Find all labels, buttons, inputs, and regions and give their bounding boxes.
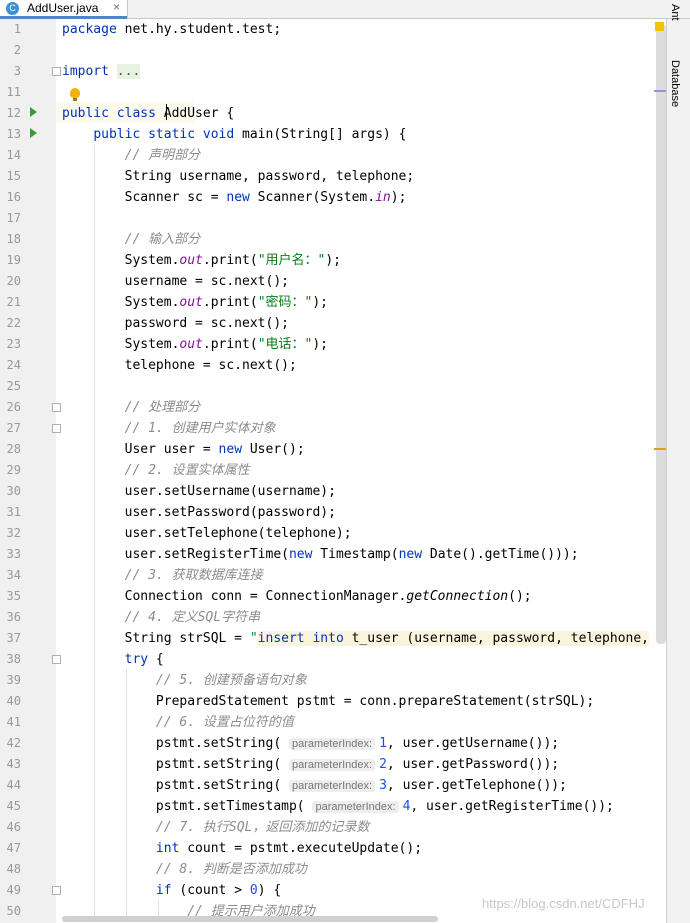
code-line: 35 Connection conn = ConnectionManager.g… [6,589,532,604]
editor-tab-bar: C AddUser.java × [0,0,690,19]
code-line: 39 // 5. 创建预备语句对象 [6,673,307,688]
code-line: 15 String username, password, telephone; [6,169,415,184]
watermark: https://blog.csdn.net/CDFHJ [482,896,645,911]
code-line: 48 // 8. 判断是否添加成功 [6,862,307,877]
code-line: 30 user.setUsername(username); [6,484,336,499]
code-line: 21 System.out.print("密码："); [6,295,328,310]
warning-indicator[interactable] [655,22,664,31]
code-line: 26 // 处理部分 [6,400,201,415]
code-line: 2 [13,43,21,57]
parameter-hint: parameterIndex: [288,780,376,792]
code-line: 13 public static void main(String[] args… [6,127,407,142]
code-line: 44 pstmt.setString( parameterIndex: 3, us… [6,778,567,793]
code-line: 43 pstmt.setString( parameterIndex: 2, us… [6,757,560,772]
code-line: 36 // 4. 定义SQL字符串 [6,610,261,625]
parameter-hint: parameterIndex: [288,738,376,750]
code-line: 45 pstmt.setTimestamp( parameterIndex: 4,… [6,799,614,814]
code-line: 32 user.setTelephone(telephone); [6,526,352,541]
code-line: 29 // 2. 设置实体属性 [6,463,250,478]
code-line: 16 Scanner sc = new Scanner(System.in); [6,190,407,205]
code-line: 1 package net.hy.student.test; [13,22,282,37]
code-line: 25 [6,379,21,393]
right-tool-strip [666,19,690,923]
code-line: 12 public class AddUser { [6,106,235,121]
tab-adduser-java[interactable]: C AddUser.java × [0,0,128,19]
code-line: 24 telephone = sc.next(); [6,358,297,373]
code-line: 27 // 1. 创建用户实体对象 [6,421,276,436]
code-line: 20 username = sc.next(); [6,274,289,289]
close-icon[interactable]: × [113,0,120,14]
code-line: 14 // 声明部分 [6,148,201,163]
code-line: 46 // 7. 执行SQL，返回添加的记录数 [6,820,370,835]
code-line: 23 System.out.print("电话："); [6,337,328,352]
parameter-hint: parameterIndex: [288,759,376,771]
error-stripe-marker[interactable] [654,448,666,450]
code-line: 47 int count = pstmt.executeUpdate(); [6,841,423,856]
code-line: 11 [6,85,21,99]
tab-label: AddUser.java [27,1,99,15]
code-line: 28 User user = new User(); [6,442,305,457]
code-line: 3 import ... [13,64,141,79]
error-stripe-marker[interactable] [654,90,666,92]
code-line: 17 [6,211,21,225]
code-line: 19 System.out.print("用户名："); [6,253,341,268]
code-line: 42 pstmt.setString( parameterIndex: 1, us… [6,736,560,751]
java-class-icon: C [6,2,19,15]
code-line: 33 user.setRegisterTime(new Timestamp(ne… [6,547,579,562]
tool-window-database[interactable]: Database [669,60,681,107]
code-line: 40 PreparedStatement pstmt = conn.prepar… [6,694,595,709]
code-line: 18 // 输入部分 [6,232,201,247]
text-cursor [166,104,167,120]
horizontal-scrollbar[interactable] [62,916,438,922]
vertical-scrollbar[interactable] [656,24,666,644]
code-line: 38 try { [6,652,164,667]
code-line: 31 user.setPassword(password); [6,505,336,520]
parameter-hint: parameterIndex: [312,801,399,813]
code-line: 22 password = sc.next(); [6,316,289,331]
tool-window-ant[interactable]: Ant [669,4,681,21]
code-line: 41 // 6. 设置占位符的值 [6,715,294,730]
code-line: 37 String strSQL = "insert into t_user (… [6,631,650,646]
code-line: 34 // 3. 获取数据库连接 [6,568,263,583]
